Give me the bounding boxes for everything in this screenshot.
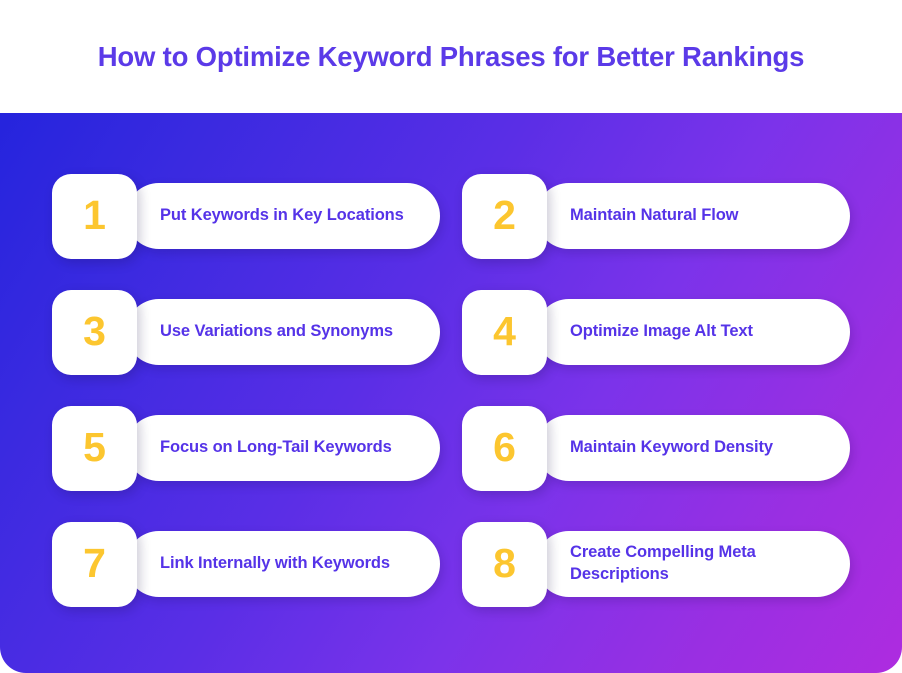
item-number: 7 xyxy=(83,540,106,586)
item-number: 8 xyxy=(493,540,516,586)
item-label: Optimize Image Alt Text xyxy=(570,322,753,341)
item-label-pill[interactable]: Focus on Long-Tail Keywords xyxy=(126,415,440,481)
list-item[interactable]: 6 Maintain Keyword Density xyxy=(462,399,850,515)
item-number-tile: 1 xyxy=(52,174,137,259)
list-item[interactable]: 1 Put Keywords in Key Locations xyxy=(52,167,440,283)
item-label: Use Variations and Synonyms xyxy=(160,322,393,341)
item-label-pill[interactable]: Use Variations and Synonyms xyxy=(126,299,440,365)
item-label-pill[interactable]: Link Internally with Keywords xyxy=(126,531,440,597)
infographic-container: How to Optimize Keyword Phrases for Bett… xyxy=(0,0,902,673)
item-number-tile: 4 xyxy=(462,290,547,375)
item-label-pill[interactable]: Maintain Keyword Density xyxy=(536,415,850,481)
item-label: Focus on Long-Tail Keywords xyxy=(160,438,392,457)
list-item[interactable]: 3 Use Variations and Synonyms xyxy=(52,283,440,399)
item-number-tile: 5 xyxy=(52,406,137,491)
item-label-pill[interactable]: Maintain Natural Flow xyxy=(536,183,850,249)
list-item[interactable]: 2 Maintain Natural Flow xyxy=(462,167,850,283)
list-item[interactable]: 5 Focus on Long-Tail Keywords xyxy=(52,399,440,515)
item-label: Maintain Keyword Density xyxy=(570,438,773,457)
header-band: How to Optimize Keyword Phrases for Bett… xyxy=(0,0,902,113)
item-number: 5 xyxy=(83,424,106,470)
item-number-tile: 2 xyxy=(462,174,547,259)
item-number-tile: 7 xyxy=(52,522,137,607)
item-number-tile: 3 xyxy=(52,290,137,375)
item-label-pill[interactable]: Create Compelling Meta Descriptions xyxy=(536,531,850,597)
item-label: Put Keywords in Key Locations xyxy=(160,206,404,225)
items-grid: 1 Put Keywords in Key Locations 2 Mainta… xyxy=(0,113,902,673)
item-number: 4 xyxy=(493,308,516,354)
item-label: Create Compelling Meta Descriptions xyxy=(570,543,756,583)
list-item[interactable]: 4 Optimize Image Alt Text xyxy=(462,283,850,399)
list-item[interactable]: 7 Link Internally with Keywords xyxy=(52,515,440,631)
item-label-pill[interactable]: Put Keywords in Key Locations xyxy=(126,183,440,249)
item-number: 3 xyxy=(83,308,106,354)
item-number: 2 xyxy=(493,192,516,238)
item-label: Maintain Natural Flow xyxy=(570,206,739,225)
item-number-tile: 8 xyxy=(462,522,547,607)
list-item[interactable]: 8 Create Compelling Meta Descriptions xyxy=(462,515,850,631)
item-number: 1 xyxy=(83,192,106,238)
item-number: 6 xyxy=(493,424,516,470)
item-label: Link Internally with Keywords xyxy=(160,554,390,573)
item-label-pill[interactable]: Optimize Image Alt Text xyxy=(536,299,850,365)
item-number-tile: 6 xyxy=(462,406,547,491)
page-title: How to Optimize Keyword Phrases for Bett… xyxy=(97,40,805,72)
